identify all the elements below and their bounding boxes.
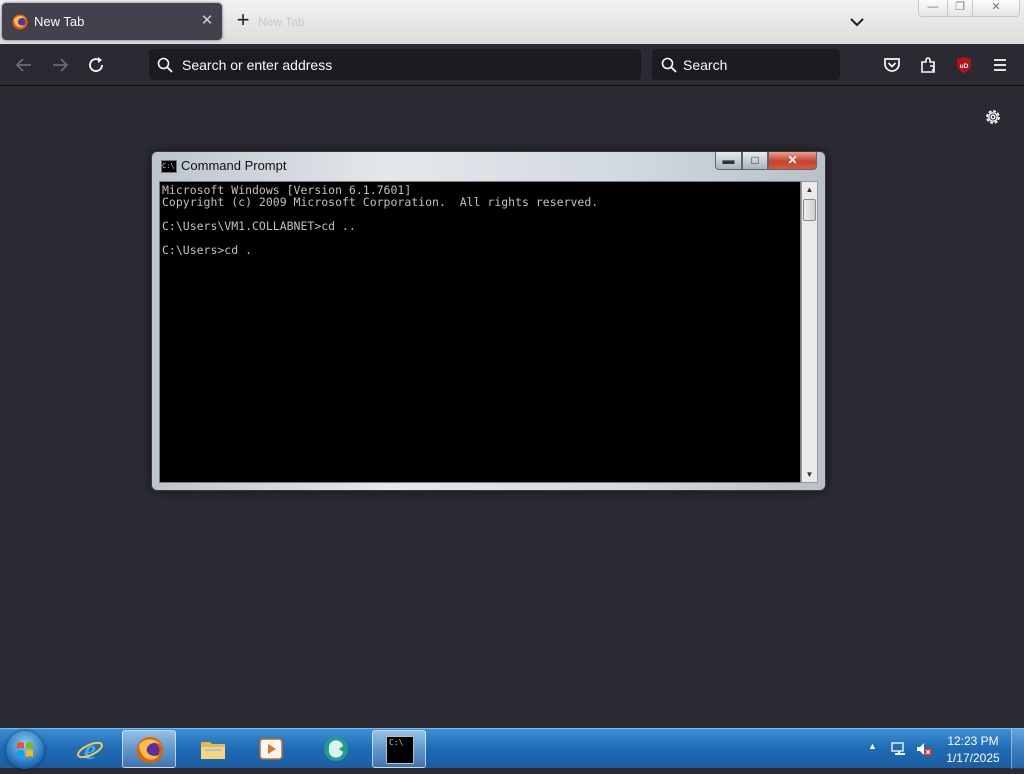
nav-bar: Search or enter address Search uD [0,44,1024,86]
vertical-scrollbar[interactable]: ▲ ▼ [801,181,818,483]
clock-date[interactable]: 1/17/2025 [938,751,1008,765]
scroll-down-button[interactable]: ▼ [802,467,817,482]
reload-icon[interactable] [85,54,107,76]
console-text: Microsoft Windows [Version 6.1.7601] Cop… [160,182,800,256]
extensions-icon[interactable] [917,54,939,76]
taskbar-app[interactable] [309,730,363,768]
url-bar[interactable]: Search or enter address [149,49,641,80]
close-icon: ✕ [787,153,798,167]
back-arrow-icon[interactable] [13,54,35,76]
show-hidden-icons-button[interactable]: ▲ [868,741,877,751]
taskbar: e C:\ ▲ 12:23 PM 1/17/2025 [0,728,1024,769]
taskbar-internet-explorer[interactable]: e [63,730,117,768]
plus-icon: + [236,7,250,32]
window-title: Command Prompt [181,158,287,173]
media-player-icon [259,738,283,760]
windows-start-icon[interactable] [6,731,44,769]
console-line: C:\Users\VM1.COLLABNET>cd .. [162,219,356,233]
ghost-tab-label: New Tab [258,15,305,29]
search-icon [157,57,173,73]
file-explorer-icon [201,742,225,759]
console-output[interactable]: Microsoft Windows [Version 6.1.7601] Cop… [159,181,801,483]
scroll-up-button[interactable]: ▲ [802,182,817,197]
console-line: Copyright (c) 2009 Microsoft Corporation… [162,195,599,209]
window-restore-button[interactable]: ❐ [947,0,973,17]
ublock-icon[interactable]: uD [953,54,975,76]
command-prompt-icon: C:\ [161,160,177,173]
maximize-icon: ❐ [955,1,965,13]
window-close-button[interactable]: ✕ [972,0,1020,17]
console-line: C:\Users>cd . [162,243,253,257]
close-icon[interactable]: ✕ [198,12,216,30]
search-bar-placeholder: Search [683,57,728,73]
cmd-icon-label: C:\ [389,738,404,747]
search-bar[interactable]: Search [652,49,840,80]
close-icon: ✕ [991,1,1001,13]
new-tab-button[interactable]: + [232,7,254,32]
cmd-minimize-button[interactable]: ▬ [715,152,742,170]
menu-icon[interactable] [989,54,1011,76]
taskbar-media-player[interactable] [244,730,298,768]
maximize-icon: □ [751,153,759,167]
tab-new-tab[interactable]: New Tab ✕ [2,3,222,40]
minimize-icon: — [927,1,939,13]
chevron-down-icon[interactable] [846,11,868,33]
command-prompt-icon: C:\ [386,736,414,764]
window-minimize-button[interactable]: — [918,0,948,17]
show-desktop-button[interactable] [1011,729,1024,769]
taskbar-command-prompt[interactable]: C:\ [372,730,426,768]
pocket-icon[interactable] [881,54,903,76]
url-bar-placeholder: Search or enter address [182,57,333,73]
internet-explorer-icon: e [77,735,103,763]
minimize-icon: ▬ [722,153,735,167]
taskbar-file-explorer[interactable] [186,730,240,768]
tab-strip: New Tab ✕ + New Tab — ❐ ✕ [0,0,1024,44]
firefox-icon [12,14,28,30]
svg-text:e: e [84,735,96,763]
clock-time[interactable]: 12:23 PM [938,734,1008,748]
gear-icon[interactable] [982,106,1004,128]
cmd-icon-label: C:\ [162,162,175,170]
ublock-label: uD [960,63,969,70]
app-icon [324,737,348,761]
scroll-thumb[interactable] [803,199,816,221]
command-prompt-window[interactable]: C:\ Command Prompt ▬ □ ✕ Microsoft Windo… [151,151,826,491]
search-icon [661,57,677,73]
volume-muted-icon[interactable] [915,741,933,757]
cmd-close-button[interactable]: ✕ [768,152,817,170]
network-icon[interactable] [891,741,907,757]
firefox-icon [137,737,163,763]
forward-arrow-icon[interactable] [49,54,71,76]
taskbar-firefox[interactable] [122,730,176,768]
cmd-maximize-button[interactable]: □ [742,152,768,170]
tab-title: New Tab [34,14,85,29]
